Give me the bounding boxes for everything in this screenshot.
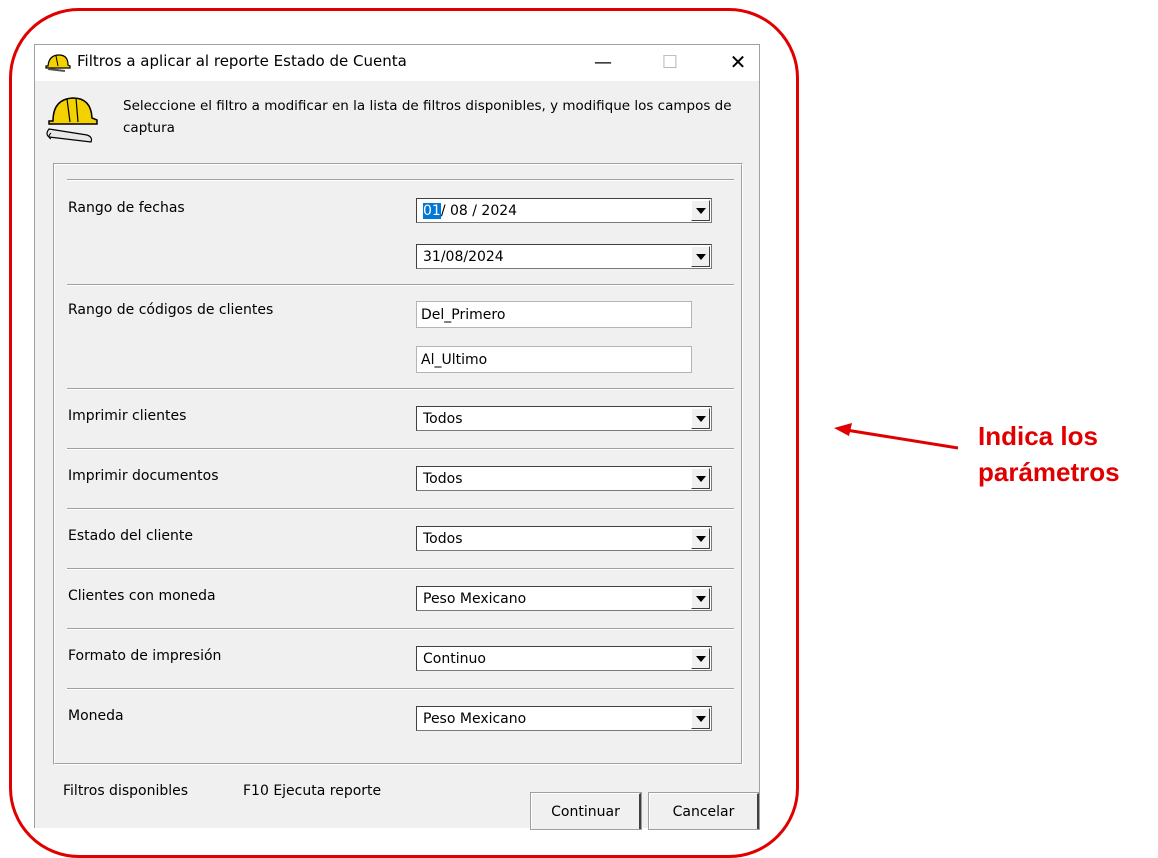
label-print-format: Formato de impresión xyxy=(68,648,222,664)
client-code-from-input[interactable]: Del_Primero xyxy=(416,301,692,328)
print-documents-combo[interactable]: Todos xyxy=(416,466,712,491)
filters-panel: Rango de fechas 01/ 08 / 2024 31/08/2024… xyxy=(53,163,743,765)
cancel-button[interactable]: Cancelar xyxy=(648,792,760,830)
chevron-down-icon[interactable] xyxy=(691,528,710,549)
date-to-value[interactable]: 31/08/2024 xyxy=(423,249,504,265)
hardhat-blueprint-icon xyxy=(46,97,98,143)
print-documents-value: Todos xyxy=(423,471,463,487)
label-date-range: Rango de fechas xyxy=(68,200,185,216)
separator xyxy=(67,628,734,630)
currency-value: Peso Mexicano xyxy=(423,711,527,727)
minimize-button[interactable]: — xyxy=(580,45,626,79)
separator xyxy=(67,688,734,690)
continue-button[interactable]: Continuar xyxy=(530,792,642,830)
label-print-documents: Imprimir documentos xyxy=(68,468,219,484)
separator xyxy=(67,508,734,510)
print-clients-value: Todos xyxy=(423,411,463,427)
label-print-clients: Imprimir clientes xyxy=(68,408,187,424)
available-filters-hint: Filtros disponibles xyxy=(63,783,189,799)
date-from-rest: / 08 / 2024 xyxy=(440,203,518,219)
print-format-value: Continuo xyxy=(423,651,486,667)
chevron-down-icon[interactable] xyxy=(691,648,710,669)
instructions-text: Seleccione el filtro a modificar en la l… xyxy=(123,98,732,136)
client-code-to-value: Al_Ultimo xyxy=(421,352,488,368)
chevron-down-icon[interactable] xyxy=(691,468,710,489)
annotation-text: Indica los parámetros xyxy=(978,418,1158,490)
date-from-day-selected[interactable]: 01 xyxy=(423,203,441,219)
maximize-button[interactable]: ☐ xyxy=(647,45,693,79)
label-clients-currency: Clientes con moneda xyxy=(68,588,216,604)
date-to-combo[interactable]: 31/08/2024 xyxy=(416,244,712,269)
chevron-down-icon[interactable] xyxy=(691,200,710,221)
print-format-combo[interactable]: Continuo xyxy=(416,646,712,671)
hardhat-icon xyxy=(45,54,71,72)
f10-hint: F10 Ejecuta reporte xyxy=(243,783,382,799)
close-button[interactable]: ✕ xyxy=(715,45,761,79)
separator xyxy=(67,388,734,390)
chevron-down-icon[interactable] xyxy=(691,588,710,609)
annotation-line-2: parámetros xyxy=(978,457,1120,487)
annotation-line-1: Indica los xyxy=(978,421,1098,451)
chevron-down-icon[interactable] xyxy=(691,246,710,267)
separator xyxy=(67,448,734,450)
client-code-to-input[interactable]: Al_Ultimo xyxy=(416,346,692,373)
date-from-value[interactable]: 01/ 08 / 2024 xyxy=(423,203,517,219)
clients-currency-value: Peso Mexicano xyxy=(423,591,527,607)
currency-combo[interactable]: Peso Mexicano xyxy=(416,706,712,731)
chevron-down-icon[interactable] xyxy=(691,708,710,729)
window-title: Filtros a aplicar al reporte Estado de C… xyxy=(77,52,407,70)
client-code-from-value: Del_Primero xyxy=(421,307,506,323)
separator xyxy=(67,284,734,286)
client-status-value: Todos xyxy=(423,531,463,547)
chevron-down-icon[interactable] xyxy=(691,408,710,429)
separator xyxy=(67,179,734,181)
separator xyxy=(67,568,734,570)
label-client-status: Estado del cliente xyxy=(68,528,194,544)
filters-dialog: Filtros a aplicar al reporte Estado de C… xyxy=(34,44,760,830)
label-client-codes: Rango de códigos de clientes xyxy=(68,302,274,318)
date-from-combo[interactable]: 01/ 08 / 2024 xyxy=(416,198,712,223)
print-clients-combo[interactable]: Todos xyxy=(416,406,712,431)
client-status-combo[interactable]: Todos xyxy=(416,526,712,551)
label-currency: Moneda xyxy=(68,708,124,724)
clients-currency-combo[interactable]: Peso Mexicano xyxy=(416,586,712,611)
annotation-arrow-icon xyxy=(834,423,959,450)
title-bar[interactable]: Filtros a aplicar al reporte Estado de C… xyxy=(35,45,759,81)
